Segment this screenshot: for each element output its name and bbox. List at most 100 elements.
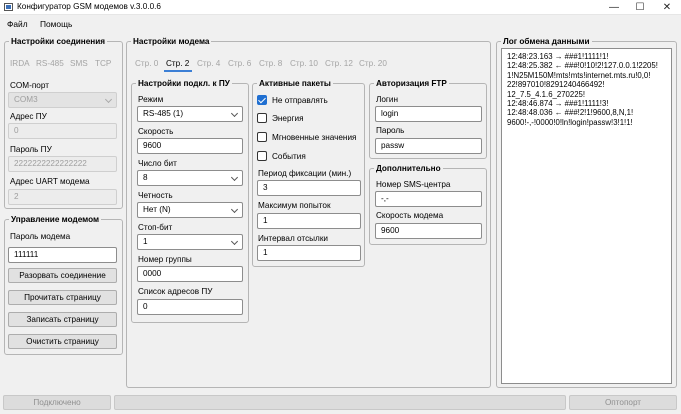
log-line: 12:48:23.163 → ###1!1111!1! [507, 52, 609, 61]
ftp-login-field[interactable]: login [375, 106, 482, 122]
pu-password-field[interactable]: 2222222222222222 [8, 156, 117, 172]
pu-address-field[interactable]: 0 [8, 123, 117, 139]
ftp-auth-title: Авторизация FTP [374, 78, 449, 89]
packet-energy-label: Энергия [272, 114, 304, 123]
conn-tab-sms[interactable]: SMS [70, 58, 88, 69]
packet-no-send-label: Не отправлять [272, 96, 328, 105]
menu-help[interactable]: Помощь [40, 19, 72, 29]
com-port-value: COM3 [14, 95, 38, 104]
bits-value: 8 [143, 173, 148, 182]
modem-speed-field[interactable]: 9600 [375, 223, 482, 239]
log-textarea[interactable]: 12:48:23.163 → ###1!1111!1! 12:48:25.382… [501, 48, 672, 384]
connection-status: Подключено [3, 395, 111, 410]
conn-tab-rs485[interactable]: RS-485 [36, 58, 64, 69]
address-list-field[interactable]: 0 [137, 299, 243, 315]
maximize-button[interactable]: ☐ [627, 0, 653, 15]
uart-address-label: Адрес UART модема [10, 177, 90, 186]
page-tab-20[interactable]: Стр. 20 [359, 58, 387, 69]
write-page-button[interactable]: Записать страницу [8, 312, 117, 327]
log-line: 12:48:46.874 → ###1!1111!3! [507, 99, 609, 109]
speed-field[interactable]: 9600 [137, 138, 243, 154]
packet-instant-label: Мгновенные значения [272, 133, 357, 142]
fix-period-label: Период фиксации (мин.) [258, 169, 352, 178]
log-content: 12:48:23.163 → ###1!1111!1! 12:48:25.382… [507, 52, 658, 127]
sms-center-field[interactable]: -,- [375, 191, 482, 207]
com-port-select[interactable]: COM3 [8, 92, 117, 108]
conn-tab-tcp[interactable]: TCP [95, 58, 111, 69]
modem-speed-label: Скорость модема [376, 211, 444, 220]
group-number-field[interactable]: 0000 [137, 266, 243, 282]
menu-bar: Файл Помощь [0, 15, 681, 34]
page-tab-6[interactable]: Стр. 6 [228, 58, 251, 69]
packet-instant-checkbox[interactable] [257, 132, 267, 142]
chevron-down-icon [104, 95, 113, 104]
log-line: 12:48:48.036 ← ###!2!1!9600,8,N,1! [507, 108, 634, 118]
pu-password-label: Пароль ПУ [10, 145, 52, 154]
modem-management-title: Управление модемом [9, 214, 102, 225]
chevron-down-icon [230, 109, 239, 118]
packet-events-label: События [272, 152, 306, 161]
app-icon [4, 3, 13, 11]
additional-title: Дополнительно [374, 163, 443, 174]
ftp-password-label: Пароль [376, 126, 405, 135]
pu-address-label: Адрес ПУ [10, 112, 47, 121]
window-title: Конфигуратор GSM модемов v.3.0.0.6 [17, 2, 161, 11]
max-attempts-label: Максимум попыток [258, 201, 331, 210]
status-progress [114, 395, 566, 410]
fix-period-field[interactable]: 3 [257, 180, 361, 196]
page-tab-12[interactable]: Стр. 12 [325, 58, 353, 69]
parity-label: Четность [138, 191, 173, 200]
stop-bits-label: Стоп-бит [138, 223, 173, 232]
clear-page-button[interactable]: Очистить страницу [8, 334, 117, 349]
interval-label: Интервал отсылки [258, 234, 328, 243]
chevron-down-icon [230, 173, 239, 182]
stop-bits-select[interactable]: 1 [137, 234, 243, 250]
log-line: 9600!-,-!0000!0!ln!login!passw!3!1!1! [507, 117, 633, 127]
packet-events-checkbox[interactable] [257, 151, 267, 161]
packet-no-send-checkbox[interactable] [257, 95, 267, 105]
page-tab-0[interactable]: Стр. 0 [135, 58, 158, 69]
group-number-label: Номер группы [138, 255, 192, 264]
address-list-label: Список адресов ПУ [138, 287, 213, 296]
chevron-down-icon [230, 237, 239, 246]
modem-password-label: Пароль модема [10, 232, 71, 241]
log-line: 12_7.5_4.1.6_270225! [507, 89, 586, 99]
max-attempts-field[interactable]: 1 [257, 213, 361, 229]
packet-energy-checkbox[interactable] [257, 113, 267, 123]
modem-password-field[interactable]: 111111 [8, 247, 117, 263]
interval-field[interactable]: 1 [257, 245, 361, 261]
pu-connection-title: Настройки подкл. к ПУ [136, 78, 232, 89]
parity-select[interactable]: Нет (N) [137, 202, 243, 218]
com-port-label: COM-порт [10, 81, 49, 90]
active-packets-title: Активные пакеты [257, 78, 333, 89]
close-button[interactable]: ✕ [654, 0, 680, 15]
stop-bits-value: 1 [143, 237, 148, 246]
bits-label: Число бит [138, 159, 177, 168]
ftp-login-label: Логин [376, 95, 399, 104]
conn-tab-irda[interactable]: IRDA [10, 58, 30, 69]
page-tab-8[interactable]: Стр. 8 [259, 58, 282, 69]
log-line: 1!N25M150M!mts!mts!internet.mts.ru!0,0! [507, 70, 651, 80]
mode-select[interactable]: RS-485 (1) [137, 106, 243, 122]
menu-file[interactable]: Файл [7, 19, 28, 29]
mode-value: RS-485 (1) [143, 109, 184, 118]
minimize-button[interactable]: — [601, 0, 627, 15]
uart-address-field[interactable]: 2 [8, 189, 117, 205]
log-line: 22!897010!8291240466492! [507, 80, 605, 90]
ftp-password-field[interactable]: passw [375, 138, 482, 154]
disconnect-button[interactable]: Разорвать соединение [8, 268, 117, 283]
connection-settings-title: Настройки соединения [9, 36, 108, 47]
read-page-button[interactable]: Прочитать страницу [8, 290, 117, 305]
page-tab-10[interactable]: Стр. 10 [290, 58, 318, 69]
parity-value: Нет (N) [143, 205, 171, 214]
sms-center-label: Номер SMS-центра [376, 180, 451, 189]
speed-label: Скорость [138, 127, 174, 136]
bits-select[interactable]: 8 [137, 170, 243, 186]
port-type-status: Оптопорт [569, 395, 677, 410]
page-tab-2[interactable]: Стр. 2 [166, 58, 189, 69]
chevron-down-icon [230, 205, 239, 214]
log-line: 12:48:25.382 ← ###!0!10!2!127.0.0.1!2205… [507, 61, 658, 71]
active-tab-indicator [164, 70, 192, 72]
mode-label: Режим [138, 95, 164, 104]
page-tab-4[interactable]: Стр. 4 [197, 58, 220, 69]
